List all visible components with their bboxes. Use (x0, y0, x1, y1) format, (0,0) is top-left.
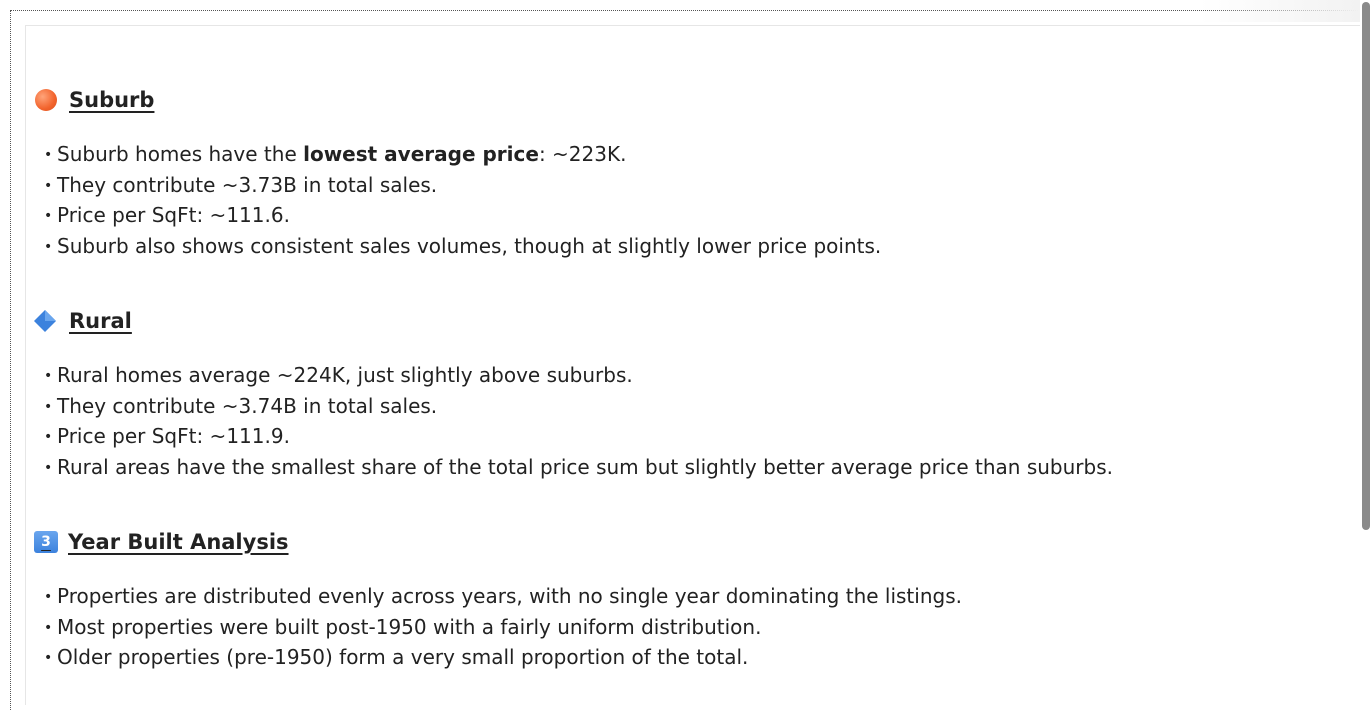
rural-heading: Rural (32, 307, 132, 335)
list-item: • Most properties were built post-1950 wi… (44, 614, 762, 639)
list-item: • Price per SqFt: ~111.6. (44, 203, 290, 228)
list-item: • They contribute ~3.74B in total sales. (44, 393, 438, 418)
list-item: • They contribute ~3.73B in total sales. (44, 172, 438, 197)
list-item: • Rural homes average ~224K, just slightl… (44, 363, 633, 387)
rural-bullet-list: • Rural homes average ~224K, just slightl… (44, 361, 1113, 484)
year-built-heading: 3 Year Built Analysis (32, 528, 289, 556)
list-item: • Price per SqFt: ~111.9. (44, 424, 290, 449)
suburb-heading: Suburb (32, 86, 154, 114)
list-item: • Older properties (pre-1950) form a very… (44, 645, 749, 670)
blue-diamond-icon (34, 310, 56, 332)
suburb-bullet-list: • Suburb homes have the lowest average pr… (44, 140, 881, 263)
list-item: • Properties are distributed evenly acros… (44, 584, 962, 608)
scrollbar-thumb[interactable] (1362, 2, 1370, 530)
list-item: • Suburb homes have the lowest average pr… (44, 142, 627, 166)
top-fade (1200, 0, 1360, 22)
list-item: • Rural areas have the smallest share of … (44, 455, 1113, 480)
year-built-bullet-list: • Properties are distributed evenly acros… (44, 582, 962, 674)
year-built-heading-text: Year Built Analysis (68, 530, 289, 554)
orange-circle-icon (35, 89, 57, 111)
rural-heading-text: Rural (69, 309, 132, 333)
list-item: • Suburb also shows consistent sales volu… (44, 234, 882, 259)
vertical-scrollbar[interactable] (1360, 0, 1372, 697)
keycap-3-icon: 3 (34, 531, 58, 553)
suburb-heading-text: Suburb (69, 88, 155, 112)
